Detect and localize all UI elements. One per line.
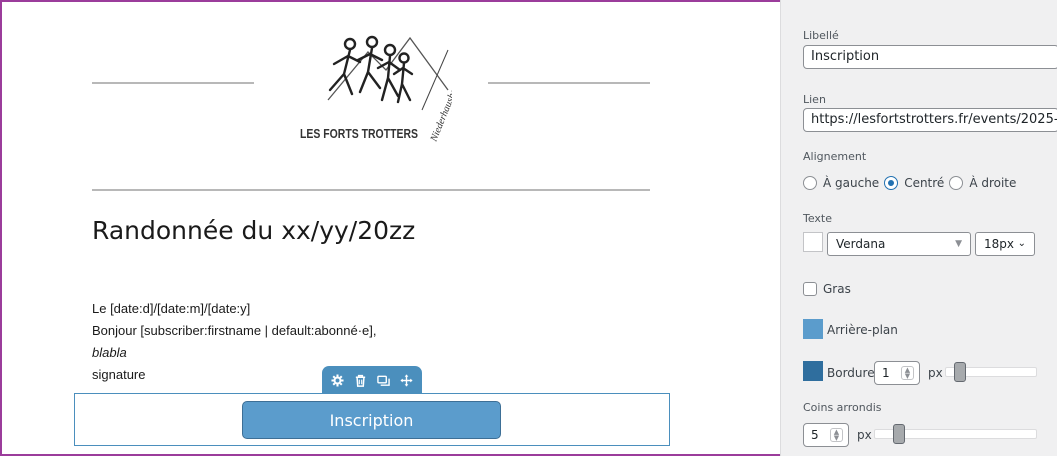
background-label: Arrière-plan [827, 323, 898, 337]
body-line-date: Le [date:d]/[date:m]/[date:y] [92, 301, 251, 316]
editor-canvas: LES FORTS TROTTERS Niederhausbergen Rand… [0, 0, 780, 456]
stepper-icon[interactable]: ▲ ▼ [901, 366, 914, 380]
align-center-label: Centré [904, 176, 945, 190]
font-family-value: Verdana [836, 237, 886, 251]
trash-icon[interactable] [354, 374, 367, 387]
radius-slider-handle[interactable] [893, 424, 905, 444]
header-divider-right [488, 82, 650, 84]
body-line-content: blabla [92, 345, 127, 360]
align-center-radio[interactable] [884, 176, 899, 190]
label-input[interactable]: Inscription [803, 45, 1057, 69]
content-divider [92, 189, 650, 191]
text-color-swatch[interactable] [803, 232, 823, 252]
radius-value: 5 [811, 428, 819, 442]
font-family-select[interactable]: Verdana ▼ [827, 232, 971, 256]
gear-icon[interactable] [331, 373, 344, 387]
border-width-value: 1 [882, 366, 890, 380]
block-settings-sidebar: Libellé Inscription Lien https://lesfort… [780, 0, 1057, 456]
font-size-select[interactable]: 18px ⌄ [975, 232, 1035, 256]
radius-input[interactable]: 5 ▲ ▼ [803, 423, 849, 447]
border-width-input[interactable]: 1 ▲ ▼ [874, 361, 920, 385]
alignment-field-label: Alignement [803, 150, 867, 163]
newsletter-heading[interactable]: Randonnée du xx/yy/20zz [92, 216, 415, 245]
button-block-selected[interactable]: Inscription [74, 393, 670, 446]
header-divider-left [92, 82, 254, 84]
link-field-label: Lien [803, 93, 826, 106]
align-right-radio[interactable] [949, 176, 964, 190]
align-left-label: À gauche [823, 176, 880, 190]
link-input[interactable]: https://lesfortstrotters.fr/events/2025-… [803, 108, 1057, 132]
label-field-label: Libellé [803, 29, 839, 42]
move-icon[interactable] [400, 373, 413, 387]
inscription-button[interactable]: Inscription [242, 401, 501, 439]
chevron-down-icon: ▼ [955, 239, 962, 249]
radius-field-label: Coins arrondis [803, 401, 882, 414]
text-field-label: Texte [803, 212, 833, 225]
background-color-swatch[interactable] [803, 319, 823, 339]
logo-wordmark: LES FORTS TROTTERS [300, 127, 418, 141]
border-unit: px [928, 366, 943, 380]
radius-unit: px [857, 428, 872, 442]
font-size-value: 18px [984, 237, 1014, 251]
alignment-radio-group: À gauche Centré À droite [803, 176, 1021, 190]
chevron-down-icon: ⌄ [1017, 238, 1026, 249]
align-right-label: À droite [969, 176, 1017, 190]
border-label: Bordure [827, 366, 875, 380]
logo-side-text: Niederhausbergen [428, 71, 452, 144]
stepper-icon[interactable]: ▲ ▼ [830, 428, 843, 442]
bold-checkbox[interactable] [803, 282, 817, 296]
border-color-swatch[interactable] [803, 361, 823, 381]
club-logo[interactable]: LES FORTS TROTTERS Niederhausbergen [298, 30, 466, 148]
align-left-radio[interactable] [803, 176, 817, 190]
block-toolbar [322, 366, 422, 394]
duplicate-icon[interactable] [377, 374, 390, 387]
border-width-slider-handle[interactable] [954, 362, 966, 382]
bold-label: Gras [823, 282, 851, 296]
body-line-greeting: Bonjour [subscriber:firstname | default:… [92, 323, 377, 338]
